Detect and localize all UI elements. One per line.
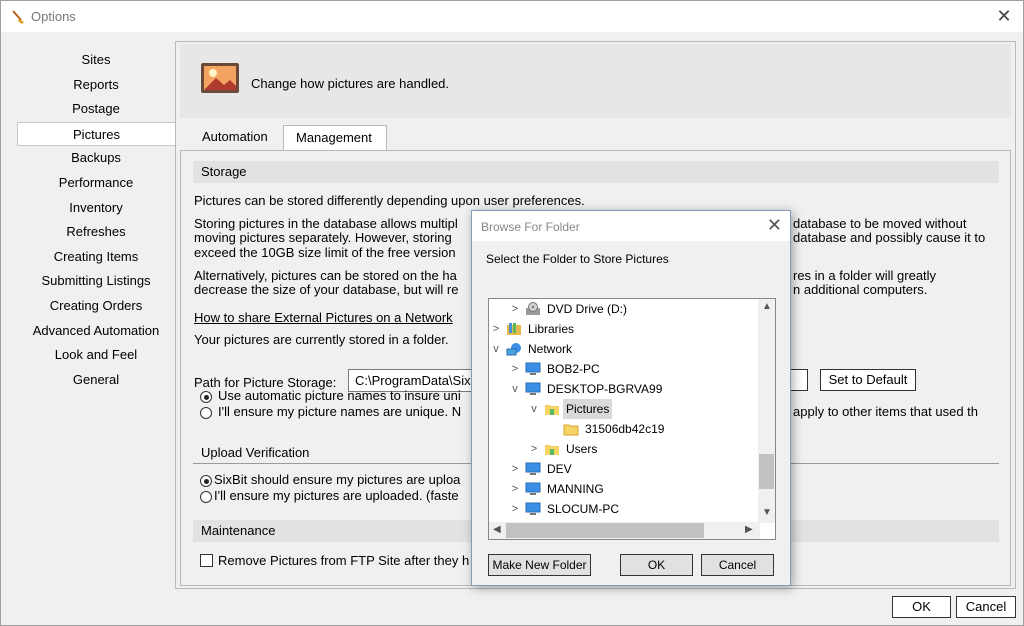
chevron-right-icon[interactable]: > — [528, 439, 540, 459]
storage-p1-line1: Storing pictures in the database allows … — [194, 216, 458, 231]
sidebar-item-backups[interactable]: Backups — [17, 146, 175, 171]
dialog-title-bar: Browse For Folder ✕ — [472, 211, 790, 241]
scroll-down-icon[interactable]: ▼ — [762, 507, 772, 518]
panel-header-text: Change how pictures are handled. — [251, 76, 450, 91]
shared-folder-icon — [545, 405, 559, 415]
chevron-right-icon[interactable]: > — [509, 499, 521, 519]
manual-upload-label: I'll ensure my pictures are uploaded. (f… — [214, 488, 459, 503]
storage-p1-line3: exceed the 10GB size limit of the free v… — [194, 245, 456, 260]
title-bar: Options ✕ — [1, 1, 1023, 32]
computer-icon — [525, 502, 541, 515]
picture-icon — [201, 63, 239, 93]
tab-management[interactable]: Management — [283, 125, 387, 152]
ok-button[interactable]: OK — [892, 596, 951, 618]
folder-tree[interactable]: > DVD Drive (D:) > Libraries v Network >… — [488, 298, 776, 540]
storage-section-title: Storage — [193, 161, 999, 183]
panel-header: Change how pictures are handled. — [180, 44, 1011, 118]
manual-upload-radio[interactable] — [200, 491, 212, 503]
storage-current-status: Your pictures are currently stored in a … — [194, 332, 449, 347]
storage-p2-right1: res in a folder will greatly — [793, 268, 937, 283]
sixbit-upload-radio[interactable] — [200, 475, 212, 487]
make-new-folder-button[interactable]: Make New Folder — [488, 554, 591, 576]
network-icon — [506, 343, 521, 356]
sidebar-item-performance[interactable]: Performance — [17, 171, 175, 196]
sidebar-item-general[interactable]: General — [17, 368, 175, 393]
sidebar-item-submitting-listings[interactable]: Submitting Listings — [17, 269, 175, 294]
tree-horizontal-scrollbar[interactable]: ◀ ▶ — [489, 522, 760, 539]
remove-ftp-label: Remove Pictures from FTP Site after they… — [218, 553, 470, 568]
sidebar-item-sites[interactable]: Sites — [17, 48, 175, 73]
tab-automation[interactable]: Automation — [190, 125, 283, 151]
storage-p2-line1: Alternatively, pictures can be stored on… — [194, 268, 457, 283]
dialog-cancel-button[interactable]: Cancel — [701, 554, 774, 576]
dialog-ok-button[interactable]: OK — [620, 554, 693, 576]
auto-names-radio[interactable] — [200, 391, 212, 403]
scroll-left-icon[interactable]: ◀ — [493, 524, 501, 535]
chevron-down-icon[interactable]: v — [490, 339, 502, 359]
chevron-right-icon[interactable]: > — [509, 459, 521, 479]
share-pictures-link[interactable]: How to share External Pictures on a Netw… — [194, 310, 453, 325]
dialog-title: Browse For Folder — [481, 220, 580, 234]
computer-icon — [525, 362, 541, 375]
storage-p1-right1: database to be moved without — [793, 216, 967, 231]
sixbit-upload-label: SixBit should ensure my pictures are upl… — [214, 472, 461, 487]
chevron-right-icon[interactable]: > — [490, 319, 502, 339]
shared-folder-icon — [545, 445, 559, 455]
dvd-drive-icon — [526, 302, 540, 315]
sidebar-item-reports[interactable]: Reports — [17, 73, 175, 98]
sidebar-item-look-and-feel[interactable]: Look and Feel — [17, 343, 175, 368]
unique-names-label-right: apply to other items that used th — [793, 404, 978, 419]
chevron-right-icon[interactable]: > — [509, 479, 521, 499]
sidebar: Sites Reports Postage Pictures Backups P… — [17, 48, 175, 392]
storage-p2-line2: decrease the size of your database, but … — [194, 282, 459, 297]
horizontal-scroll-thumb[interactable] — [506, 523, 704, 538]
browse-folder-dialog: Browse For Folder ✕ Select the Folder to… — [471, 210, 791, 586]
folder-icon — [563, 424, 579, 436]
storage-p1-right2: database and possibly cause it to — [793, 230, 986, 245]
chevron-down-icon[interactable]: v — [509, 379, 521, 399]
sidebar-item-creating-items[interactable]: Creating Items — [17, 245, 175, 270]
unique-names-label: I'll ensure my picture names are unique.… — [218, 404, 462, 419]
vertical-scroll-thumb[interactable] — [759, 454, 774, 489]
cancel-button[interactable]: Cancel — [956, 596, 1016, 618]
storage-p2-right2: n additional computers. — [793, 282, 928, 297]
sidebar-item-inventory[interactable]: Inventory — [17, 196, 175, 221]
computer-icon — [525, 482, 541, 495]
sidebar-item-creating-orders[interactable]: Creating Orders — [17, 294, 175, 319]
scroll-right-icon[interactable]: ▶ — [745, 524, 753, 535]
remove-ftp-checkbox[interactable] — [200, 554, 213, 567]
libraries-icon — [507, 323, 521, 335]
storage-intro: Pictures can be stored differently depen… — [194, 193, 585, 208]
dialog-close-icon[interactable]: ✕ — [767, 215, 782, 236]
storage-p1-line2: moving pictures separately. However, sto… — [194, 230, 452, 245]
set-default-button[interactable]: Set to Default — [820, 369, 916, 391]
close-icon[interactable]: ✕ — [993, 5, 1015, 27]
chevron-right-icon[interactable]: > — [509, 299, 521, 319]
computer-icon — [525, 462, 541, 475]
sidebar-item-advanced-automation[interactable]: Advanced Automation — [17, 319, 175, 344]
sidebar-item-refreshes[interactable]: Refreshes — [17, 220, 175, 245]
tree-vertical-scrollbar[interactable]: ▲ ▼ — [758, 299, 775, 523]
broom-icon — [12, 10, 24, 24]
window-title: Options — [31, 9, 76, 24]
dialog-prompt: Select the Folder to Store Pictures — [486, 252, 669, 266]
chevron-down-icon[interactable]: v — [528, 399, 540, 419]
sidebar-item-postage[interactable]: Postage — [17, 97, 175, 122]
chevron-right-icon[interactable]: > — [509, 359, 521, 379]
scroll-up-icon[interactable]: ▲ — [762, 301, 772, 312]
sidebar-item-pictures[interactable]: Pictures — [17, 121, 175, 147]
computer-icon — [525, 382, 541, 395]
auto-names-label: Use automatic picture names to insure un… — [218, 388, 461, 403]
unique-names-radio[interactable] — [200, 407, 212, 419]
